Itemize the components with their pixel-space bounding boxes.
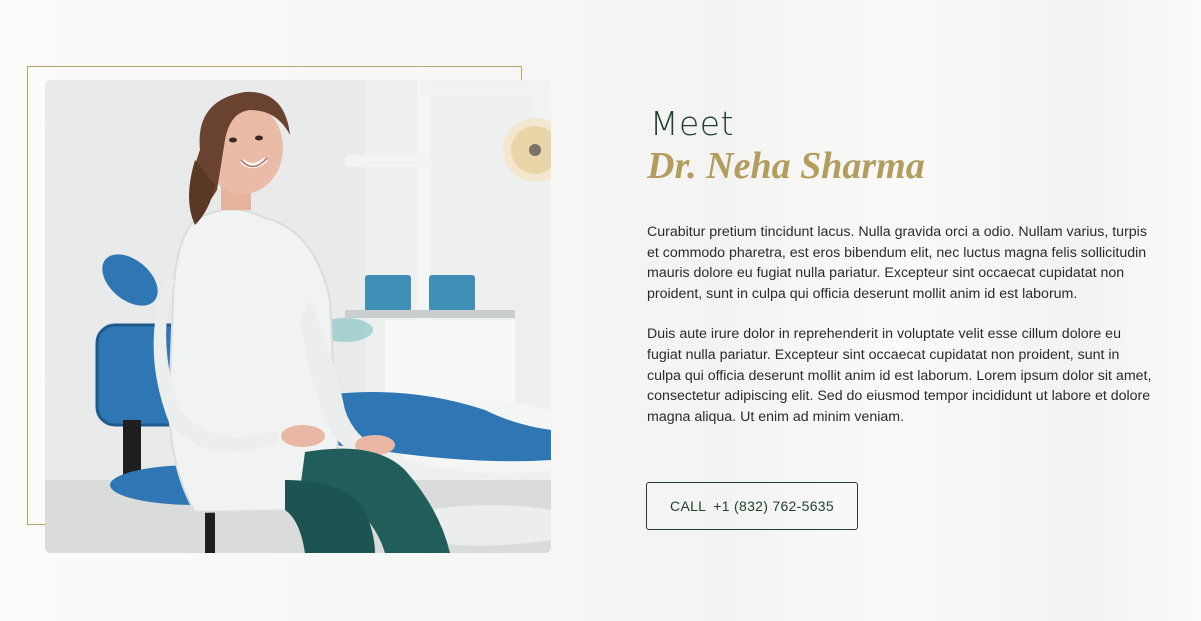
doctor-name-heading: Dr. Neha Sharma: [647, 145, 925, 187]
heading-meet: Meet: [650, 104, 735, 143]
doctor-intro-section: Meet Dr. Neha Sharma Curabitur pretium t…: [647, 104, 1157, 427]
call-phone-button[interactable]: CALL +1 (832) 762-5635: [646, 482, 858, 530]
call-button-phone: +1 (832) 762-5635: [713, 498, 834, 514]
doctor-photo: [45, 80, 551, 553]
bio-paragraph-1: Curabitur pretium tincidunt lacus. Nulla…: [647, 224, 1147, 302]
bio-paragraph-2: Duis aute irure dolor in reprehenderit i…: [647, 326, 1152, 425]
call-button-label: CALL: [670, 498, 707, 514]
